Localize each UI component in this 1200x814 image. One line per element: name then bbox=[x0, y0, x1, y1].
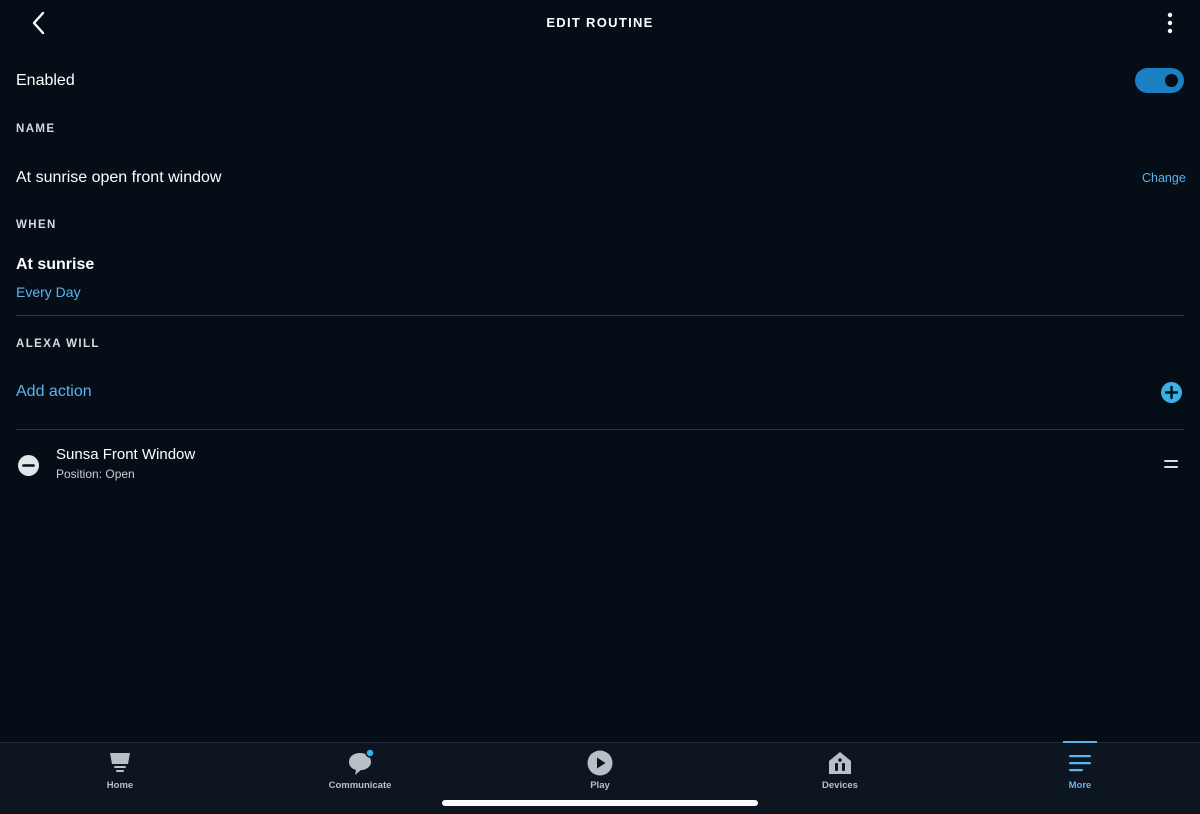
plus-circle-icon bbox=[1161, 382, 1182, 403]
name-section-label: NAME bbox=[16, 123, 56, 135]
divider bbox=[16, 429, 1184, 430]
nav-label: Play bbox=[590, 780, 610, 791]
nav-more[interactable]: More bbox=[1020, 741, 1140, 803]
home-indicator bbox=[442, 800, 758, 806]
enabled-toggle[interactable] bbox=[1135, 68, 1184, 93]
nav-label: Home bbox=[106, 780, 134, 791]
home-icon bbox=[110, 753, 130, 772]
edit-routine-screen: EDIT ROUTINE Enabled NAME At sunrise ope… bbox=[0, 0, 1200, 814]
add-action-button[interactable] bbox=[1161, 382, 1182, 403]
routine-name: At sunrise open front window bbox=[16, 169, 222, 186]
when-trigger[interactable]: At sunrise bbox=[16, 256, 94, 274]
nav-home[interactable]: Home bbox=[60, 743, 180, 803]
nav-devices[interactable]: Devices bbox=[780, 743, 900, 803]
active-tab-indicator bbox=[1063, 741, 1097, 743]
vertical-ellipsis-icon bbox=[1167, 12, 1173, 34]
alexa-will-section-label: ALEXA WILL bbox=[16, 338, 100, 350]
devices-icon bbox=[829, 752, 851, 774]
more-options-button[interactable] bbox=[1158, 11, 1182, 35]
nav-play[interactable]: Play bbox=[540, 743, 660, 803]
when-frequency[interactable]: Every Day bbox=[16, 284, 81, 300]
change-name-link[interactable]: Change bbox=[1142, 171, 1186, 185]
nav-label: More bbox=[1068, 780, 1092, 791]
minus-circle-icon bbox=[18, 455, 39, 476]
communicate-icon bbox=[349, 749, 374, 775]
nav-label: Communicate bbox=[328, 780, 392, 791]
action-name[interactable]: Sunsa Front Window bbox=[56, 446, 195, 463]
drag-handle-icon[interactable] bbox=[1164, 460, 1178, 470]
toggle-knob bbox=[1165, 74, 1178, 87]
play-icon bbox=[587, 750, 613, 776]
add-action-link[interactable]: Add action bbox=[16, 383, 92, 401]
remove-action-button[interactable] bbox=[18, 455, 39, 476]
page-title: EDIT ROUTINE bbox=[546, 15, 654, 30]
nav-communicate[interactable]: Communicate bbox=[300, 743, 420, 803]
when-section-label: WHEN bbox=[16, 219, 57, 231]
header: EDIT ROUTINE bbox=[0, 0, 1200, 46]
more-menu-icon bbox=[1069, 755, 1091, 772]
divider bbox=[16, 315, 1184, 316]
nav-label: Devices bbox=[822, 780, 858, 791]
enabled-label: Enabled bbox=[16, 72, 75, 89]
action-detail: Position: Open bbox=[56, 467, 135, 481]
